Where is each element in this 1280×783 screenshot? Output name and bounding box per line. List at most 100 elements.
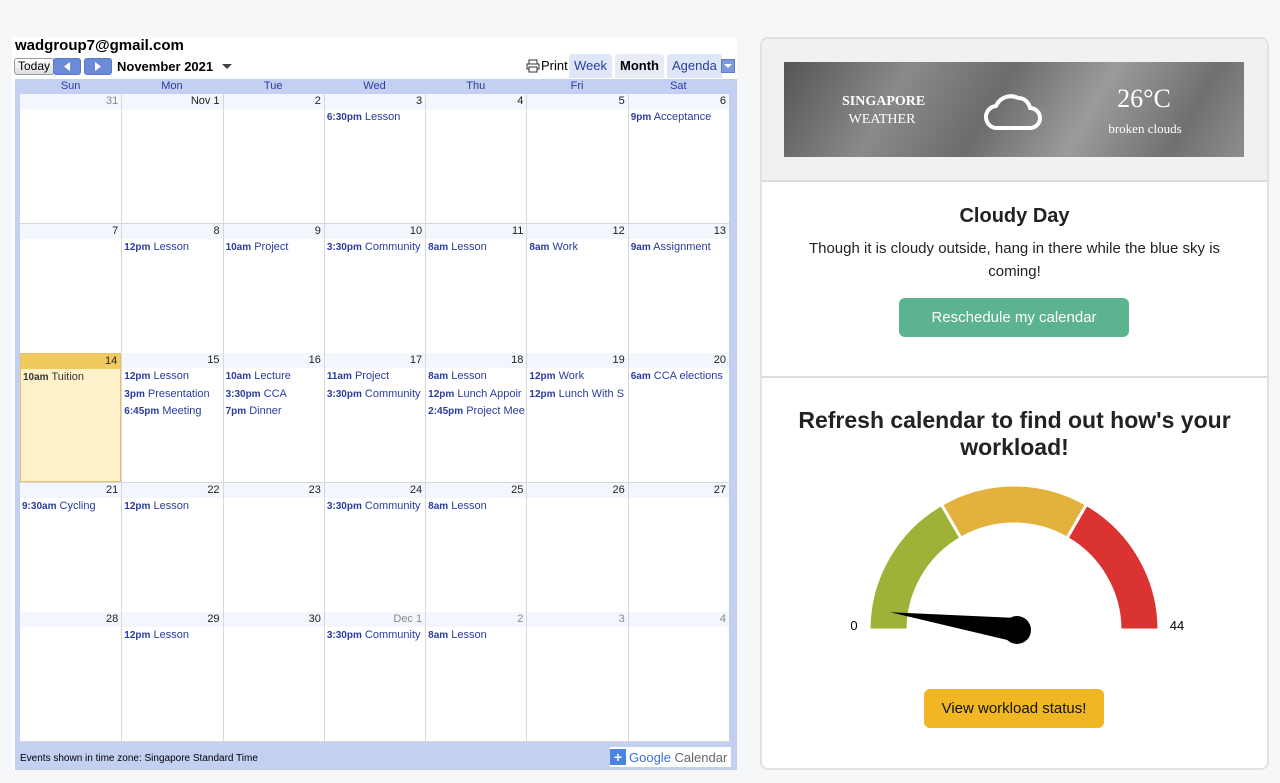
calendar-event[interactable]: 10am Lecture: [224, 368, 324, 386]
calendar-event[interactable]: 12pm Lesson: [122, 627, 222, 645]
day-cell[interactable]: Nov 1: [121, 94, 223, 223]
day-cell[interactable]: 27: [627, 482, 729, 612]
calendar-event[interactable]: 7pm Dinner: [224, 403, 324, 421]
tab-month[interactable]: Month: [615, 54, 664, 78]
calendar-event[interactable]: 12pm Lunch With S: [527, 386, 627, 404]
calendar-event[interactable]: 3:30pm Community: [325, 239, 425, 257]
day-number: 23: [223, 482, 324, 498]
view-menu-dropdown-icon[interactable]: [721, 59, 735, 73]
calendar-event[interactable]: 3:30pm CCA: [224, 386, 324, 404]
day-cell[interactable]: 2: [222, 94, 324, 223]
day-cell[interactable]: 31: [20, 94, 122, 223]
day-cell[interactable]: 10 3:30pm Community: [323, 223, 426, 353]
calendar-event[interactable]: 8am Lesson: [426, 498, 526, 516]
next-month-button[interactable]: [84, 58, 112, 75]
day-number: 30: [223, 612, 324, 628]
day-number: 10: [324, 223, 426, 239]
calendar-event[interactable]: 6:45pm Meeting: [122, 403, 222, 421]
calendar-event[interactable]: 6:30pm Lesson: [325, 109, 425, 127]
calendar-event[interactable]: 10am Tuition: [21, 369, 120, 387]
weekday-label: Fri: [570, 80, 584, 92]
day-cell[interactable]: 25 8am Lesson: [425, 482, 527, 612]
calendar-event[interactable]: 2:45pm Project Mee: [426, 403, 526, 421]
calendar-event[interactable]: 8am Lesson: [426, 239, 526, 257]
prev-month-button[interactable]: [53, 58, 81, 75]
day-cell[interactable]: 11 8am Lesson: [425, 223, 527, 353]
event-time: 12pm: [124, 371, 151, 383]
day-number: Nov 1: [122, 94, 223, 109]
timezone-note: Events shown in time zone: Singapore Sta…: [20, 753, 258, 764]
calendar-event[interactable]: 3:30pm Community: [325, 498, 425, 516]
day-cell[interactable]: 8 12pm Lesson: [121, 223, 223, 353]
event-time: 6:45pm: [124, 406, 160, 418]
calendar-event[interactable]: 3:30pm Community: [325, 386, 425, 404]
print-button[interactable]: Print: [526, 58, 568, 73]
day-cell[interactable]: 18 8am Lesson 12pm Lunch Appoir 2:45pm Proj…: [425, 353, 527, 483]
day-cell[interactable]: 6 9pm Acceptance: [627, 94, 729, 223]
day-number: 21: [20, 482, 122, 498]
calendar-event[interactable]: 9am Assignment: [629, 239, 729, 257]
day-cell[interactable]: 17 11am Project 3:30pm Community: [323, 353, 426, 483]
day-cell[interactable]: 3: [526, 612, 628, 742]
day-cell[interactable]: 9 10am Project: [222, 223, 324, 353]
calendar-event[interactable]: 11am Project: [325, 368, 425, 386]
day-cell[interactable]: 29 12pm Lesson: [121, 612, 223, 742]
reschedule-calendar-button[interactable]: Reschedule my calendar: [899, 298, 1129, 337]
calendar-event[interactable]: 10am Project: [224, 239, 324, 257]
weekday-label: Sun: [60, 80, 81, 92]
day-cell[interactable]: 3 6:30pm Lesson: [323, 94, 426, 223]
day-cell[interactable]: 4: [425, 94, 527, 223]
event-time: 12pm: [529, 388, 556, 400]
cloud-icon: [984, 94, 1042, 131]
day-number: 26: [527, 482, 628, 498]
today-button[interactable]: Today: [14, 58, 55, 75]
day-cell[interactable]: 12 8am Work: [526, 223, 628, 353]
day-cell[interactable]: 28: [20, 612, 122, 741]
event-time: 3:30pm: [225, 388, 261, 400]
day-cell[interactable]: 19 12pm Work 12pm Lunch With S: [526, 353, 628, 483]
calendar-event[interactable]: 6am CCA elections: [629, 368, 729, 386]
calendar-event[interactable]: 3pm Presentation: [122, 386, 222, 404]
day-cell[interactable]: 16 10am Lecture 3:30pm CCA 7pm Dinner: [222, 353, 324, 483]
day-cell[interactable]: 21 9:30am Cycling: [20, 482, 122, 612]
day-cell[interactable]: 26: [526, 482, 628, 612]
calendar-event[interactable]: 8am Lesson: [426, 368, 526, 386]
day-cell[interactable]: 20 6am CCA elections: [627, 353, 729, 483]
calendar-event[interactable]: 3:30pm Community: [325, 627, 425, 645]
print-label: Print: [541, 58, 568, 73]
calendar-event[interactable]: 12pm Lesson: [122, 239, 222, 257]
weekday-header: Sun Mon Tue Wed Thu Fri Sat: [20, 79, 729, 94]
day-cell[interactable]: 4: [627, 612, 729, 742]
day-cell[interactable]: 2 8am Lesson: [425, 612, 527, 742]
calendar-event[interactable]: 8am Lesson: [426, 627, 526, 645]
day-cell[interactable]: 13 9am Assignment: [627, 223, 729, 353]
day-number: 20: [628, 353, 729, 369]
day-cell[interactable]: 30: [222, 612, 324, 742]
calendar-event[interactable]: 12pm Lesson: [122, 498, 222, 516]
day-cell[interactable]: Dec 1 3:30pm Community: [323, 612, 426, 742]
gauge-max-label: 44: [1170, 618, 1184, 633]
day-cell[interactable]: 22 12pm Lesson: [121, 482, 223, 612]
event-time: 3:30pm: [326, 630, 362, 642]
calendar-event[interactable]: 8am Work: [527, 239, 627, 257]
calendar-event[interactable]: 9:30am Cycling: [20, 498, 121, 516]
calendar-event[interactable]: 12pm Lesson: [122, 368, 222, 386]
day-cell[interactable]: 7: [20, 223, 122, 353]
day-cell[interactable]: 15 12pm Lesson 3pm Presentation 6:45pm Meet…: [121, 353, 223, 483]
day-cell[interactable]: 23: [222, 482, 324, 612]
calendar-event[interactable]: 12pm Work: [527, 368, 627, 386]
tab-week[interactable]: Week: [569, 54, 612, 78]
google-calendar-badge[interactable]: + Google Calendar: [610, 747, 732, 767]
event-title: Tuition: [51, 371, 85, 384]
day-number: 6: [628, 94, 729, 109]
day-cell-today[interactable]: 14 10am Tuition: [20, 353, 122, 483]
message-title: Cloudy Day: [959, 205, 1070, 227]
tab-agenda[interactable]: Agenda: [667, 54, 722, 78]
view-workload-status-button[interactable]: View workload status!: [924, 689, 1104, 728]
day-cell[interactable]: 24 3:30pm Community: [323, 482, 426, 612]
calendar-event[interactable]: 12pm Lunch Appoir: [426, 386, 526, 404]
month-picker-caret-icon[interactable]: [222, 64, 232, 69]
calendar-event[interactable]: 9pm Acceptance: [629, 109, 729, 127]
day-cell[interactable]: 5: [526, 94, 628, 223]
day-number: 5: [527, 94, 628, 109]
